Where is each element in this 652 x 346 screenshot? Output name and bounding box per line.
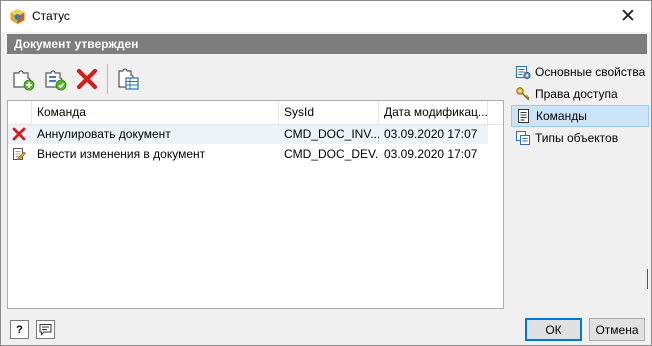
- commands-icon: [518, 109, 529, 123]
- title-bar: Статус ✕: [1, 1, 651, 32]
- puzzle-add-icon: [13, 70, 35, 91]
- sidebar-item-main-properties[interactable]: Основные свойства: [511, 61, 649, 83]
- sidebar-item-label: Права доступа: [535, 87, 618, 101]
- object-types-icon: [516, 131, 530, 145]
- ok-button[interactable]: ОК: [525, 318, 582, 341]
- comment-button[interactable]: [36, 320, 55, 339]
- window-title: Статус: [32, 9, 70, 23]
- commands-grid[interactable]: Команда SysId Дата модификац... Аннулиро…: [7, 100, 504, 309]
- sidebar-item-commands[interactable]: Команды: [511, 105, 649, 127]
- cell-command: Внести изменения в документ: [37, 147, 206, 161]
- comment-icon: [39, 324, 52, 336]
- help-icon: ?: [16, 323, 23, 336]
- delete-command-button[interactable]: [71, 63, 103, 95]
- properties-icon: [516, 66, 531, 80]
- close-button[interactable]: ✕: [605, 1, 651, 32]
- puzzle-table-icon: [118, 68, 139, 90]
- column-header-command[interactable]: Команда: [32, 101, 279, 124]
- column-header-sysid[interactable]: SysId: [279, 101, 379, 124]
- status-header: Документ утвержден: [7, 34, 647, 54]
- puzzle-edit-icon: [45, 70, 67, 91]
- cancel-button[interactable]: Отмена: [589, 318, 645, 341]
- app-logo-icon: [10, 9, 25, 24]
- sidebar-item-label: Команды: [536, 109, 587, 123]
- status-dialog: Статус ✕ Документ утвержден Команда SysI…: [0, 0, 652, 346]
- properties-button[interactable]: [112, 63, 144, 95]
- help-button[interactable]: ?: [10, 320, 29, 339]
- keys-icon: [516, 87, 530, 101]
- add-command-button[interactable]: [7, 63, 39, 95]
- resize-grip[interactable]: [647, 269, 651, 289]
- cell-sysid: CMD_DOC_DEV...: [284, 147, 379, 161]
- sidebar: Основные свойства Права доступа Команды: [511, 61, 649, 149]
- edit-document-icon: [13, 148, 26, 160]
- toolbar: [7, 61, 144, 97]
- red-x-icon: [12, 127, 26, 141]
- sidebar-item-label: Типы объектов: [535, 131, 619, 145]
- toolbar-separator: [107, 64, 108, 94]
- sidebar-item-label: Основные свойства: [535, 65, 646, 79]
- grid-header: Команда SysId Дата модификац...: [8, 101, 503, 125]
- delete-x-icon: [76, 68, 98, 90]
- sidebar-item-object-types[interactable]: Типы объектов: [511, 127, 649, 149]
- column-header-date[interactable]: Дата модификац...: [379, 101, 488, 124]
- table-row[interactable]: Внести изменения в документ CMD_DOC_DEV.…: [8, 145, 488, 164]
- cell-sysid: CMD_DOC_INV...: [284, 127, 379, 141]
- grid-header-icon-col: [8, 101, 32, 124]
- sidebar-item-access-rights[interactable]: Права доступа: [511, 83, 649, 105]
- cell-date: 03.09.2020 17:07: [384, 127, 478, 141]
- close-icon: ✕: [620, 6, 636, 27]
- cell-command: Аннулировать документ: [37, 127, 171, 141]
- edit-command-button[interactable]: [39, 63, 71, 95]
- table-row[interactable]: Аннулировать документ CMD_DOC_INV... 03.…: [8, 125, 488, 144]
- cell-date: 03.09.2020 17:07: [384, 147, 478, 161]
